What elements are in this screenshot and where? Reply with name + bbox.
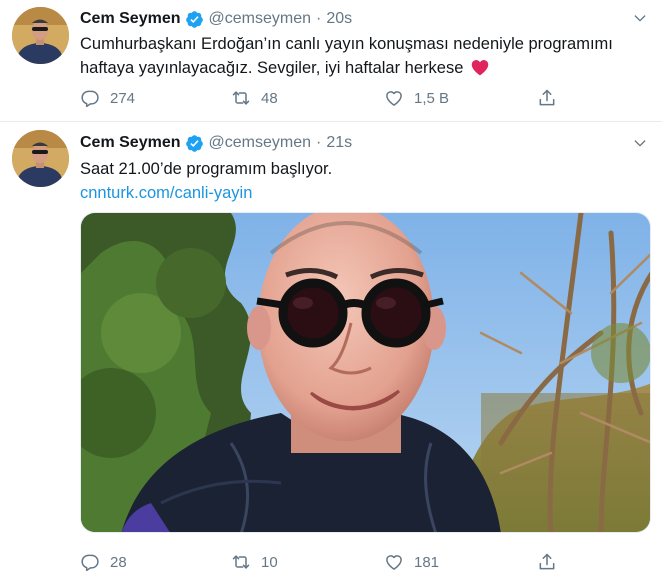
tweet-card[interactable]: Cem Seymen @cemseymen · 20s Cumhurbaşkan… bbox=[0, 0, 662, 122]
like-button[interactable]: 1,5 B bbox=[384, 86, 449, 110]
selfie-image bbox=[81, 213, 650, 532]
reply-button[interactable]: 274 bbox=[80, 86, 135, 110]
share-button[interactable] bbox=[537, 86, 557, 110]
tweet-header: Cem Seymen @cemseymen · 21s bbox=[80, 132, 352, 154]
share-icon bbox=[537, 88, 557, 108]
avatar[interactable] bbox=[12, 130, 69, 187]
retweet-button[interactable]: 48 bbox=[231, 86, 278, 110]
retweet-count: 10 bbox=[261, 553, 278, 571]
retweet-button[interactable]: 10 bbox=[231, 550, 278, 574]
separator-dot: · bbox=[316, 134, 322, 151]
user-handle[interactable]: @cemseymen bbox=[209, 134, 312, 152]
reply-count: 274 bbox=[110, 89, 136, 107]
retweet-count: 48 bbox=[261, 89, 278, 107]
reply-button[interactable]: 28 bbox=[80, 550, 127, 574]
verified-badge-icon bbox=[185, 134, 204, 153]
tweet-text-body: Cumhurbaşkanı Erdoğan’ın canlı yayın kon… bbox=[80, 35, 613, 77]
caret-down-icon[interactable] bbox=[632, 135, 648, 151]
tweet-link[interactable]: cnnturk.com/canli-yayin bbox=[80, 181, 642, 205]
tweet-text: Saat 21.00’de programım başlıyor. cnntur… bbox=[80, 157, 642, 205]
tweet-actions: 274 48 1,5 B bbox=[80, 86, 580, 110]
verified-badge-icon bbox=[185, 10, 204, 29]
like-count: 1,5 B bbox=[414, 89, 450, 107]
like-count: 181 bbox=[414, 553, 440, 571]
avatar[interactable] bbox=[12, 7, 69, 64]
reply-icon bbox=[80, 88, 100, 108]
avatar-image bbox=[12, 130, 69, 187]
display-name[interactable]: Cem Seymen bbox=[80, 134, 181, 152]
tweet-actions: 28 10 181 bbox=[80, 550, 580, 574]
retweet-icon bbox=[231, 88, 251, 108]
reply-icon bbox=[80, 552, 100, 572]
reply-count: 28 bbox=[110, 553, 127, 571]
tweet-text-body: Saat 21.00’de programım başlıyor. bbox=[80, 160, 333, 178]
tweet-photo[interactable] bbox=[80, 212, 651, 533]
tweet-text: Cumhurbaşkanı Erdoğan’ın canlı yayın kon… bbox=[80, 32, 642, 80]
like-button[interactable]: 181 bbox=[384, 550, 439, 574]
share-icon bbox=[537, 552, 557, 572]
like-icon bbox=[384, 88, 404, 108]
display-name[interactable]: Cem Seymen bbox=[80, 10, 181, 28]
caret-down-icon[interactable] bbox=[632, 10, 648, 26]
separator-dot: · bbox=[316, 10, 322, 27]
like-icon bbox=[384, 552, 404, 572]
timestamp[interactable]: 20s bbox=[326, 10, 352, 28]
avatar-image bbox=[12, 7, 69, 64]
tweet-card[interactable]: Cem Seymen @cemseymen · 21s Saat 21.00’d… bbox=[0, 123, 662, 577]
red-heart-emoji-icon bbox=[471, 60, 489, 76]
user-handle[interactable]: @cemseymen bbox=[209, 10, 312, 28]
share-button[interactable] bbox=[537, 550, 557, 574]
retweet-icon bbox=[231, 552, 251, 572]
tweet-header: Cem Seymen @cemseymen · 20s bbox=[80, 8, 352, 30]
timestamp[interactable]: 21s bbox=[326, 134, 352, 152]
